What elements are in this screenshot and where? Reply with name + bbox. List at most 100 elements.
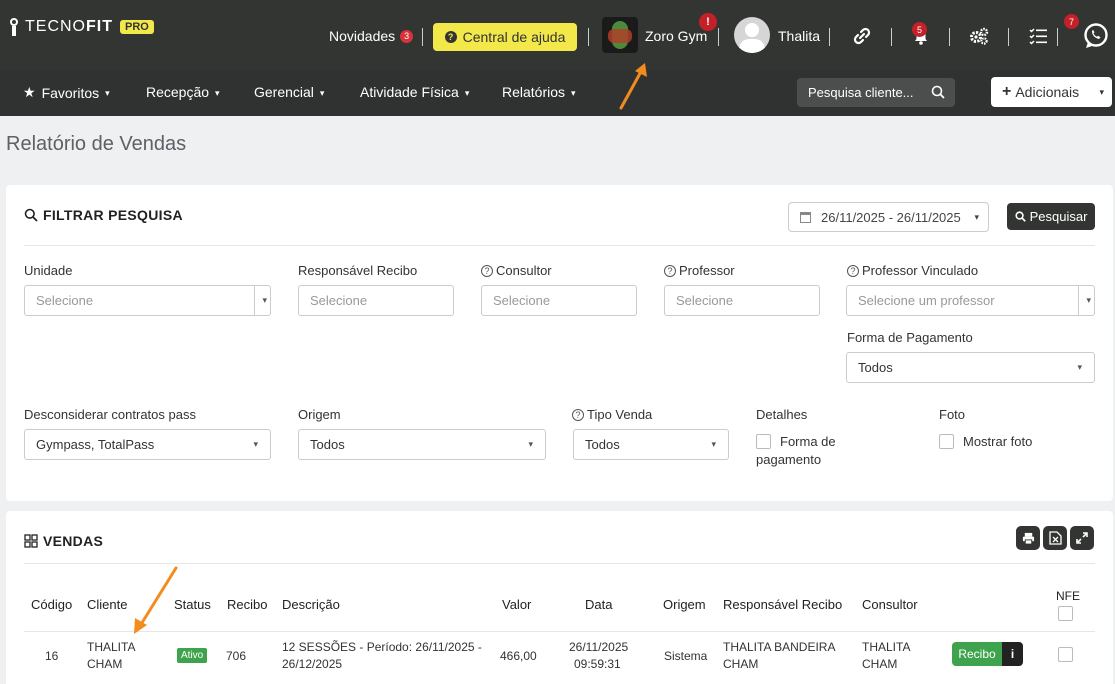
origem-label: Origem	[298, 407, 341, 422]
avatar[interactable]	[734, 17, 770, 53]
page-title: Relatório de Vendas	[6, 133, 187, 155]
client-search-placeholder: Pesquisa cliente...	[808, 85, 914, 100]
forma-pagamento-value: Todos	[858, 360, 893, 375]
consultor-select[interactable]: Selecione	[481, 285, 637, 316]
info-button[interactable]: i	[1002, 642, 1023, 666]
col-header[interactable]: Consultor	[862, 597, 918, 612]
search-icon	[24, 208, 38, 222]
help-icon[interactable]: ?	[481, 264, 493, 277]
responsavel-label: Responsável Recibo	[298, 263, 418, 278]
chevron-down-icon: ▾	[528, 439, 533, 449]
menu-relatorios[interactable]: Relatórios ▾	[502, 84, 576, 100]
desconsiderar-select[interactable]: Gympass, TotalPass ▾	[24, 429, 271, 460]
cell-cliente-line2[interactable]: CHAM	[87, 656, 122, 673]
add-menu-button[interactable]: + Adicionais ▾	[991, 77, 1112, 107]
chevron-down-icon: ▾	[253, 439, 258, 449]
col-header[interactable]: Origem	[663, 597, 706, 612]
help-center-button[interactable]: ? Central de ajuda	[433, 23, 577, 51]
nfe-row-checkbox[interactable]	[1058, 647, 1073, 662]
forma-pagamento-option-line1: Forma de	[780, 434, 836, 449]
export-excel-button[interactable]	[1043, 526, 1067, 550]
question-icon: ?	[444, 31, 457, 43]
origem-select[interactable]: Todos ▾	[298, 429, 546, 460]
tasks-badge: 7	[1064, 14, 1079, 29]
help-icon[interactable]: ?	[572, 408, 584, 421]
user-name[interactable]: Thalita	[778, 28, 820, 44]
menu-favoritos[interactable]: ★ Favoritos ▾	[23, 84, 110, 101]
whatsapp-icon[interactable]	[1082, 22, 1110, 50]
professor-vinculado-select[interactable]: Selecione um professor ▾	[846, 285, 1095, 316]
forma-pagamento-option-line2: pagamento	[756, 452, 822, 467]
cell-consultor-line2: CHAM	[862, 657, 898, 671]
col-header[interactable]: Recibo	[227, 597, 267, 612]
col-header[interactable]: Status	[174, 597, 211, 612]
menu-gerencial[interactable]: Gerencial ▾	[254, 84, 324, 100]
chevron-down-icon: ▾	[571, 87, 576, 98]
col-header[interactable]: Responsável Recibo	[723, 597, 842, 612]
desconsiderar-label: Desconsiderar contratos pass	[24, 407, 196, 422]
sales-title-text: VENDAS	[43, 533, 104, 549]
status-badge: Ativo	[177, 648, 208, 663]
cell-consultor-line1: THALITA	[862, 640, 911, 654]
professor-select[interactable]: Selecione	[664, 285, 820, 316]
help-label: Central de ajuda	[462, 29, 566, 45]
expand-button[interactable]	[1070, 526, 1094, 550]
nfe-select-all-checkbox[interactable]	[1058, 606, 1073, 621]
task-list-icon[interactable]	[1028, 26, 1048, 46]
gym-logo[interactable]	[602, 17, 638, 53]
col-header[interactable]: Valor	[502, 597, 531, 612]
unidade-select[interactable]: Selecione ▾	[24, 285, 271, 316]
consultor-label: ? Consultor	[481, 263, 552, 278]
pro-badge: PRO	[120, 20, 154, 34]
help-icon[interactable]: ?	[847, 264, 859, 277]
search-button[interactable]: Pesquisar	[1007, 203, 1095, 230]
news-link[interactable]: Novidades 3	[329, 28, 414, 44]
grid-icon	[24, 534, 38, 548]
date-range-picker[interactable]: 26/11/2025 - 26/11/2025 ▾	[788, 202, 989, 232]
star-icon: ★	[23, 84, 36, 100]
sales-card: VENDAS Código Cliente Status Recibo Desc…	[6, 511, 1113, 684]
detalhes-label: Detalhes	[756, 407, 808, 422]
mostrar-foto-checkbox[interactable]	[939, 434, 954, 449]
consultor-value: Selecione	[493, 293, 551, 308]
responsavel-value: Selecione	[310, 293, 368, 308]
forma-pagamento-checkbox[interactable]	[756, 434, 771, 449]
cell-cliente-line1[interactable]: THALITA	[87, 639, 135, 656]
col-header[interactable]: Código	[31, 597, 72, 612]
chevron-down-icon: ▾	[1086, 295, 1091, 305]
divider	[24, 563, 1095, 564]
top-bar: TECNOFIT PRO Novidades 3 ? Central de aj…	[0, 0, 1115, 70]
responsavel-select[interactable]: Selecione	[298, 285, 454, 316]
tecnofit-logo[interactable]: TECNOFIT PRO	[6, 18, 154, 36]
menu-recepcao[interactable]: Recepção ▾	[146, 84, 220, 100]
link-icon[interactable]	[852, 26, 872, 46]
plus-icon: +	[1002, 83, 1012, 100]
gears-icon[interactable]	[969, 26, 989, 46]
sales-title: VENDAS	[24, 533, 103, 549]
chevron-down-icon: ▾	[1077, 362, 1082, 372]
gym-name[interactable]: Zoro Gym	[645, 28, 707, 44]
expand-icon	[1076, 532, 1088, 544]
professor-label: ? Professor	[664, 263, 735, 278]
recibo-button[interactable]: Recibo	[952, 642, 1002, 666]
col-header[interactable]: Data	[585, 597, 612, 612]
cell-responsavel-line2: CHAM	[723, 657, 759, 671]
col-header[interactable]: Descrição	[282, 597, 340, 612]
professor-vinculado-value: Selecione um professor	[858, 293, 995, 308]
cell-valor: 466,00	[500, 649, 537, 663]
chevron-down-icon: ▾	[464, 87, 470, 98]
tipo-venda-select[interactable]: Todos ▾	[573, 429, 729, 460]
print-button[interactable]	[1016, 526, 1040, 550]
client-search-input[interactable]: Pesquisa cliente...	[797, 78, 955, 107]
help-icon[interactable]: ?	[664, 264, 676, 277]
menu-atividade-fisica[interactable]: Atividade Física ▾	[360, 84, 469, 100]
divider	[1057, 28, 1058, 46]
forma-pagamento-select[interactable]: Todos ▾	[846, 352, 1095, 383]
col-header[interactable]: Cliente	[87, 597, 127, 612]
search-icon[interactable]	[931, 85, 945, 99]
menu-relatorios-label: Relatórios	[502, 84, 566, 100]
filter-title-text: FILTRAR PESQUISA	[43, 207, 183, 223]
cell-descricao-line1: 12 SESSÕES - Período: 26/11/2025 -	[282, 640, 482, 654]
divider	[891, 28, 892, 46]
divider	[588, 28, 589, 46]
